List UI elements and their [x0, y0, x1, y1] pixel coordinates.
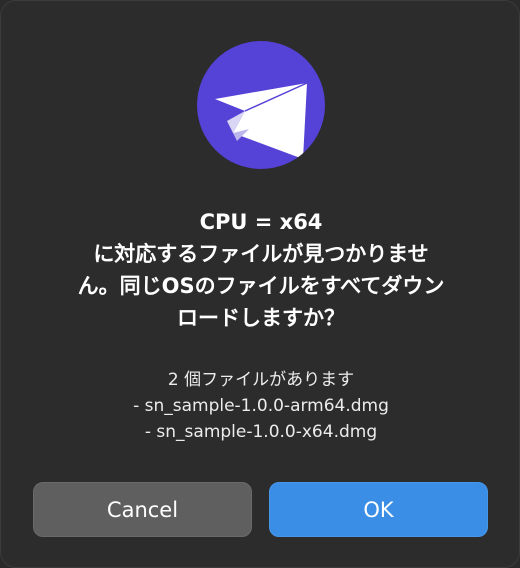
paper-plane-icon	[197, 41, 325, 169]
file-list-item: - sn_sample-1.0.0-x64.dmg	[144, 422, 378, 442]
title-line: ロードしますか？	[177, 306, 345, 330]
title-line: に対応するファイルが見つかりませ	[93, 242, 429, 266]
alert-dialog: CPU = x64 に対応するファイルが見つかりませ ん。同じOSのファイルをす…	[0, 0, 520, 568]
alert-title: CPU = x64 に対応するファイルが見つかりませ ん。同じOSのファイルをす…	[41, 206, 481, 334]
alert-message: 2 個ファイルがあります - sn_sample-1.0.0-arm64.dmg…	[41, 367, 481, 445]
cancel-button-label: Cancel	[106, 497, 179, 522]
title-line: CPU = x64	[199, 210, 323, 234]
cancel-button[interactable]: Cancel	[33, 482, 252, 537]
message-line: 2 個ファイルがあります	[167, 370, 355, 390]
title-line: ん。同じOSのファイルをすべてダウン	[77, 274, 445, 298]
ok-button[interactable]: OK	[269, 482, 488, 537]
file-list-item: - sn_sample-1.0.0-arm64.dmg	[133, 396, 389, 416]
ok-button-label: OK	[363, 497, 394, 522]
